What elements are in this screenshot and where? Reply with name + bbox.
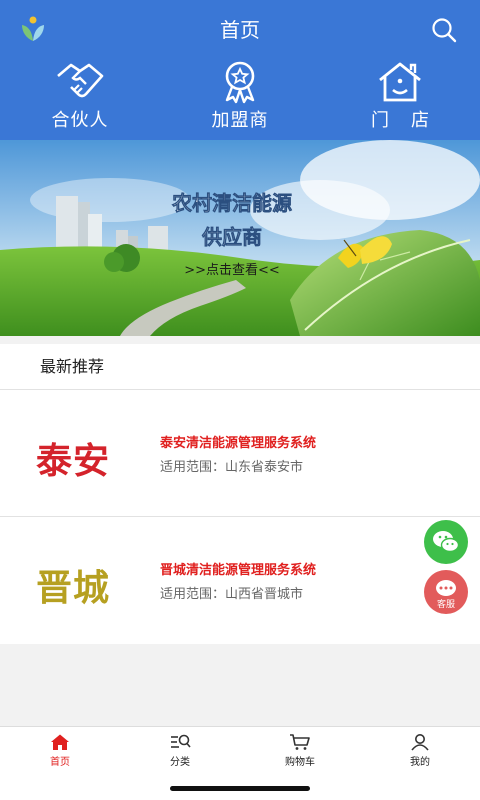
- top-bar: 首页: [0, 0, 480, 56]
- user-icon: [411, 734, 429, 751]
- tab-category[interactable]: 分类: [120, 727, 240, 768]
- banner-headline-1: 农村清洁能源: [171, 191, 292, 215]
- item-title: 晋城清洁能源管理服务系统: [160, 563, 317, 578]
- wechat-icon: [433, 531, 460, 553]
- tab-label: 分类: [170, 757, 190, 768]
- item-scope: 适用范围：山东省泰安市: [160, 460, 304, 475]
- home-icon: [51, 734, 69, 750]
- category-icon: [171, 734, 191, 748]
- handshake-icon: [57, 63, 104, 98]
- category-label: 合伙人: [51, 110, 109, 131]
- tab-label: 购物车: [285, 757, 315, 768]
- banner-headline-2: 供应商: [201, 225, 262, 249]
- category-partner[interactable]: 合伙人: [0, 60, 160, 136]
- home-indicator: [170, 786, 310, 791]
- item-scope: 适用范围：山西省晋城市: [160, 587, 304, 602]
- tab-profile[interactable]: 我的: [360, 727, 480, 768]
- list-item[interactable]: 晋城 晋城清洁能源管理服务系统 适用范围：山西省晋城市: [0, 517, 480, 644]
- page-title: 首页: [220, 18, 260, 42]
- section-title: 最新推荐: [0, 344, 480, 390]
- brand-logo: 泰安: [36, 441, 111, 482]
- tab-label: 首页: [50, 757, 70, 768]
- safe-area: [0, 768, 480, 800]
- cart-icon: [290, 734, 310, 750]
- promo-banner[interactable]: 农村清洁能源 供应商 >>点击查看<<: [0, 140, 480, 336]
- tab-label: 我的: [410, 757, 430, 768]
- tab-home[interactable]: 首页: [0, 727, 120, 768]
- tab-cart[interactable]: 购物车: [240, 727, 360, 768]
- service-label: 客服: [436, 600, 455, 610]
- category-label: 加盟商: [211, 110, 269, 131]
- award-badge-icon: [225, 61, 255, 104]
- house-icon: [379, 62, 421, 102]
- category-franchisee[interactable]: 加盟商: [160, 60, 320, 136]
- customer-service-button[interactable]: 客服: [424, 570, 468, 614]
- banner-link: >>点击查看<<: [184, 262, 280, 278]
- recommend-section: 最新推荐 泰安 泰安清洁能源管理服务系统 适用范围：山东省泰安市 晋城 晋城清洁…: [0, 344, 480, 644]
- banner-illustration: 农村清洁能源 供应商 >>点击查看<<: [0, 140, 480, 336]
- category-store[interactable]: 门店: [320, 60, 480, 136]
- search-icon[interactable]: [430, 16, 458, 44]
- list-item[interactable]: 泰安 泰安清洁能源管理服务系统 适用范围：山东省泰安市: [0, 390, 480, 517]
- category-nav: 合伙人 加盟商 门店: [0, 60, 480, 136]
- brand-logo: 晋城: [36, 568, 111, 609]
- item-title: 泰安清洁能源管理服务系统: [160, 436, 317, 451]
- wechat-button[interactable]: [424, 520, 468, 564]
- bottom-tab-bar: 首页 分类 购物车 我的: [0, 726, 480, 768]
- app-header: 首页 合伙人 加盟商 门店: [0, 0, 480, 140]
- category-label: 门店: [371, 110, 451, 131]
